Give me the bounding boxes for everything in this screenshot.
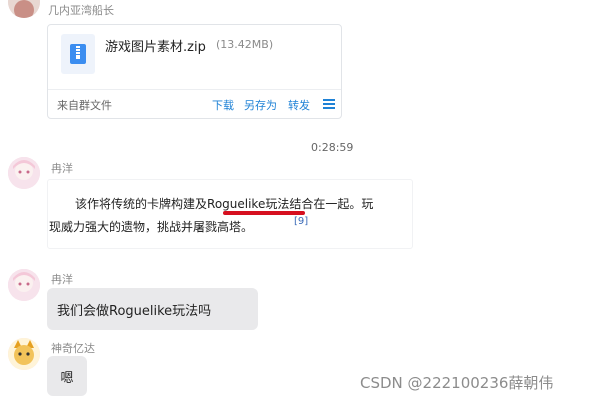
text-segment: 该作将传统的卡牌构建及 <box>75 197 208 211</box>
avatar[interactable] <box>8 157 40 189</box>
menu-icon[interactable] <box>323 99 335 109</box>
chat-bubble[interactable]: 嗯 <box>47 356 87 396</box>
text-line: 现威力强大的遗物，挑战并屠戮高塔。 <box>49 220 254 234</box>
quoted-text-card[interactable]: 该作将传统的卡牌构建及Roguelike玩法结合在一起。玩 现威力强大的遗物，挑… <box>47 179 413 249</box>
download-button[interactable]: 下载 <box>212 97 234 113</box>
sender-name: 冉洋 <box>51 273 73 286</box>
red-underline-annotation <box>223 211 305 215</box>
reference-link[interactable]: [9] <box>294 216 308 227</box>
avatar[interactable] <box>8 338 40 370</box>
sender-name: 冉洋 <box>51 162 73 175</box>
file-name[interactable]: 游戏图片素材.zip <box>105 36 206 55</box>
text-line: 该作将传统的卡牌构建及Roguelike玩法结合在一起。玩 <box>75 195 373 212</box>
chat-bubble[interactable]: 我们会做Roguelike玩法吗 <box>47 288 258 330</box>
save-as-button[interactable]: 另存为 <box>244 97 277 113</box>
zip-file-icon <box>61 34 95 74</box>
timestamp: 0:28:59 <box>311 141 354 154</box>
avatar[interactable] <box>8 0 40 18</box>
text-segment: 玩法结合在一起。玩 <box>265 197 374 211</box>
file-card[interactable]: 游戏图片素材.zip (13.42MB) 来自群文件 下载 另存为 转发 <box>47 24 342 119</box>
avatar[interactable] <box>8 269 40 301</box>
forward-button[interactable]: 转发 <box>288 97 310 113</box>
file-size: (13.42MB) <box>216 38 274 51</box>
highlighted-keyword: Roguelike <box>207 197 266 211</box>
message-text: 嗯 <box>60 370 74 386</box>
message-text: 我们会做Roguelike玩法吗 <box>57 303 212 319</box>
sender-name: 几内亚湾船长 <box>48 4 114 17</box>
sender-name: 神奇亿达 <box>51 342 95 355</box>
file-source: 来自群文件 <box>57 99 112 112</box>
watermark: CSDN @222100236薛朝伟 <box>360 374 554 392</box>
divider <box>48 89 341 90</box>
